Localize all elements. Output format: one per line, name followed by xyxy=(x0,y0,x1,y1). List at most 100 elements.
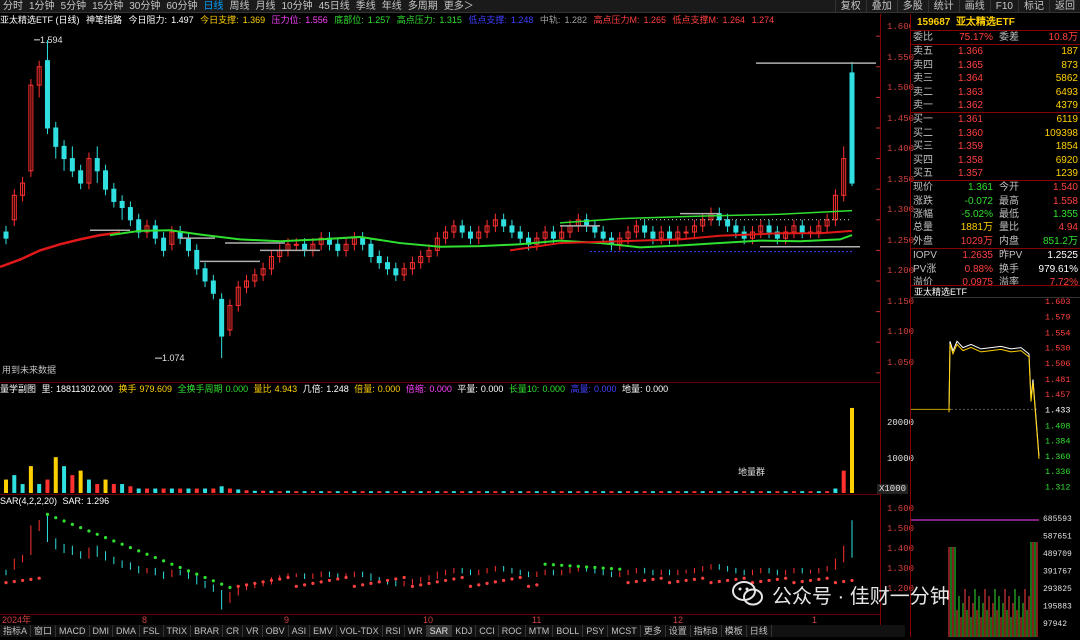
security-code: 159687 xyxy=(917,17,951,28)
indicator-tab[interactable]: CCI xyxy=(476,625,499,637)
tool-button[interactable]: 统计 xyxy=(927,0,959,13)
period-tab[interactable]: 5分钟 xyxy=(58,0,90,13)
volume-title[interactable]: 量学副图 xyxy=(0,384,36,394)
volume-bar xyxy=(103,479,108,493)
volume-bar xyxy=(642,491,647,493)
period-tab[interactable]: 15分钟 xyxy=(89,0,126,13)
candle xyxy=(3,225,9,245)
indicator-tab[interactable]: 窗口 xyxy=(31,625,57,637)
candle xyxy=(177,225,183,245)
volume-bar xyxy=(286,490,290,493)
candle xyxy=(185,232,191,257)
indicator-tab[interactable]: KDJ xyxy=(452,625,477,637)
indicator-tab[interactable]: VR xyxy=(243,625,263,637)
indicator-tab[interactable]: SAR xyxy=(426,625,453,637)
period-tab[interactable]: 30分钟 xyxy=(126,0,163,13)
indicator-tab[interactable]: 更多 xyxy=(641,625,666,637)
candle xyxy=(758,219,764,239)
order-price: 1.360 xyxy=(957,127,983,139)
indicator-tab[interactable]: 模板 xyxy=(722,625,747,637)
indicator-tab[interactable]: EMV xyxy=(310,625,337,637)
candle xyxy=(343,238,349,257)
indicator-tab[interactable]: OBV xyxy=(263,625,289,637)
candle xyxy=(401,262,407,282)
indicator-tab[interactable]: RSI xyxy=(383,625,405,637)
bottom-label: 底部位: xyxy=(334,15,364,25)
candle xyxy=(725,213,731,233)
indicator-tab[interactable]: 设置 xyxy=(666,625,691,637)
volume-bar xyxy=(211,488,216,493)
indicator-tab[interactable]: ASI xyxy=(289,625,311,637)
quote-panel: 159687 亚太精选ETF 委比 75.17% 委差 10.8万 卖五 1.36… xyxy=(910,14,1080,288)
sar-dot xyxy=(319,580,323,584)
indicator-tab[interactable]: CR xyxy=(223,625,244,637)
indicator-tab[interactable]: 指标A xyxy=(0,625,32,637)
period-tab[interactable]: 1分钟 xyxy=(26,0,58,13)
indicator-tab[interactable]: 日线 xyxy=(747,625,772,637)
date-label: 10 xyxy=(423,615,434,625)
order-volume: 1239 xyxy=(1055,167,1078,179)
stat-row: 涨幅 -5.02% 最低 1.355 xyxy=(911,208,1080,221)
indicator-tab[interactable]: BRAR xyxy=(191,625,224,637)
volume-bar xyxy=(742,491,747,493)
candle xyxy=(434,232,440,257)
stat-value: 0.88% xyxy=(964,263,993,275)
volume-bar xyxy=(12,475,17,493)
period-tab[interactable]: 分时 xyxy=(0,0,26,13)
indicator-tab[interactable]: BOLL xyxy=(553,625,584,637)
indicator-tab[interactable]: FSL xyxy=(140,625,164,637)
indicator-tab[interactable]: MACD xyxy=(56,625,90,637)
volume-header: 量学副图 里: 18811302.000 换手 979.609 全换手周期 0.000… xyxy=(0,382,880,394)
period-tab[interactable]: 年线 xyxy=(379,0,405,13)
period-tab[interactable]: 周线 xyxy=(227,0,253,13)
sar-dot xyxy=(311,581,315,585)
indicator-tab[interactable]: MCST xyxy=(608,625,641,637)
period-tab[interactable]: 10分钟 xyxy=(279,0,316,13)
tool-button[interactable]: 返回 xyxy=(1049,0,1080,13)
price-axis: 1.600 1.550 1.500 1.450 1.400 1.350 1.30… xyxy=(877,14,914,625)
period-tab[interactable]: 45日线 xyxy=(316,0,353,13)
period-tab[interactable]: 更多＞ xyxy=(441,0,477,13)
indicator-tab[interactable]: DMI xyxy=(90,625,114,637)
indicator-tab[interactable]: TRIX xyxy=(164,625,192,637)
sar-dot xyxy=(79,526,83,530)
indicator-tab[interactable]: VOL-TDX xyxy=(337,625,383,637)
intraday-y-tick: 1.408 xyxy=(1045,421,1071,431)
tool-button[interactable]: F10 xyxy=(989,0,1018,13)
sar-dot xyxy=(510,577,514,581)
period-tab[interactable]: 60分钟 xyxy=(163,0,200,13)
period-tab[interactable]: 季线 xyxy=(353,0,379,13)
tool-button[interactable]: 画线 xyxy=(958,0,990,13)
volume-bar xyxy=(62,466,67,493)
tool-button[interactable]: 叠加 xyxy=(865,0,897,13)
mid-label: 中轨: xyxy=(539,15,561,25)
indicator-name[interactable]: 神笔指路 xyxy=(86,15,122,25)
indicator-tab[interactable]: MTM xyxy=(526,625,554,637)
zhangliang-value: 0.000 xyxy=(542,384,565,394)
indicator-tab[interactable]: WR xyxy=(405,625,427,637)
volume-bar xyxy=(568,491,572,493)
volume-chart[interactable]: 地量群 xyxy=(0,395,880,493)
volume-bar xyxy=(750,491,755,493)
intraday-y-tick: 1.360 xyxy=(1045,452,1071,462)
today-support-label: 今日支撑: xyxy=(200,15,239,25)
period-tab[interactable]: 多周期 xyxy=(405,0,441,13)
volume-bar xyxy=(236,489,241,493)
intraday-y-tick: 1.603 xyxy=(1045,298,1071,307)
sar-title[interactable]: SAR(4,2,2,20) xyxy=(0,496,57,506)
indicator-tab[interactable]: 指标B xyxy=(691,625,722,637)
sar-dot xyxy=(95,532,99,536)
indicator-tab[interactable]: DMA xyxy=(113,625,141,637)
indicator-tab[interactable]: PSY xyxy=(583,625,609,637)
tool-button[interactable]: 标记 xyxy=(1018,0,1049,13)
security-name[interactable]: 亚太精选ETF (日线) xyxy=(0,15,80,25)
tool-button[interactable]: 多股 xyxy=(896,0,928,13)
candlestick-chart[interactable]: 1.594 1.074 用到未来数据 xyxy=(0,27,880,382)
tool-button[interactable]: 复权 xyxy=(834,0,866,13)
sar-dot xyxy=(161,559,166,563)
volume-bar xyxy=(269,490,274,493)
period-tab[interactable]: 日线 xyxy=(201,0,227,13)
indicator-tab[interactable]: ROC xyxy=(499,625,526,637)
period-tab[interactable]: 月线 xyxy=(253,0,279,13)
stat-value: 851.2万 xyxy=(1042,235,1078,247)
